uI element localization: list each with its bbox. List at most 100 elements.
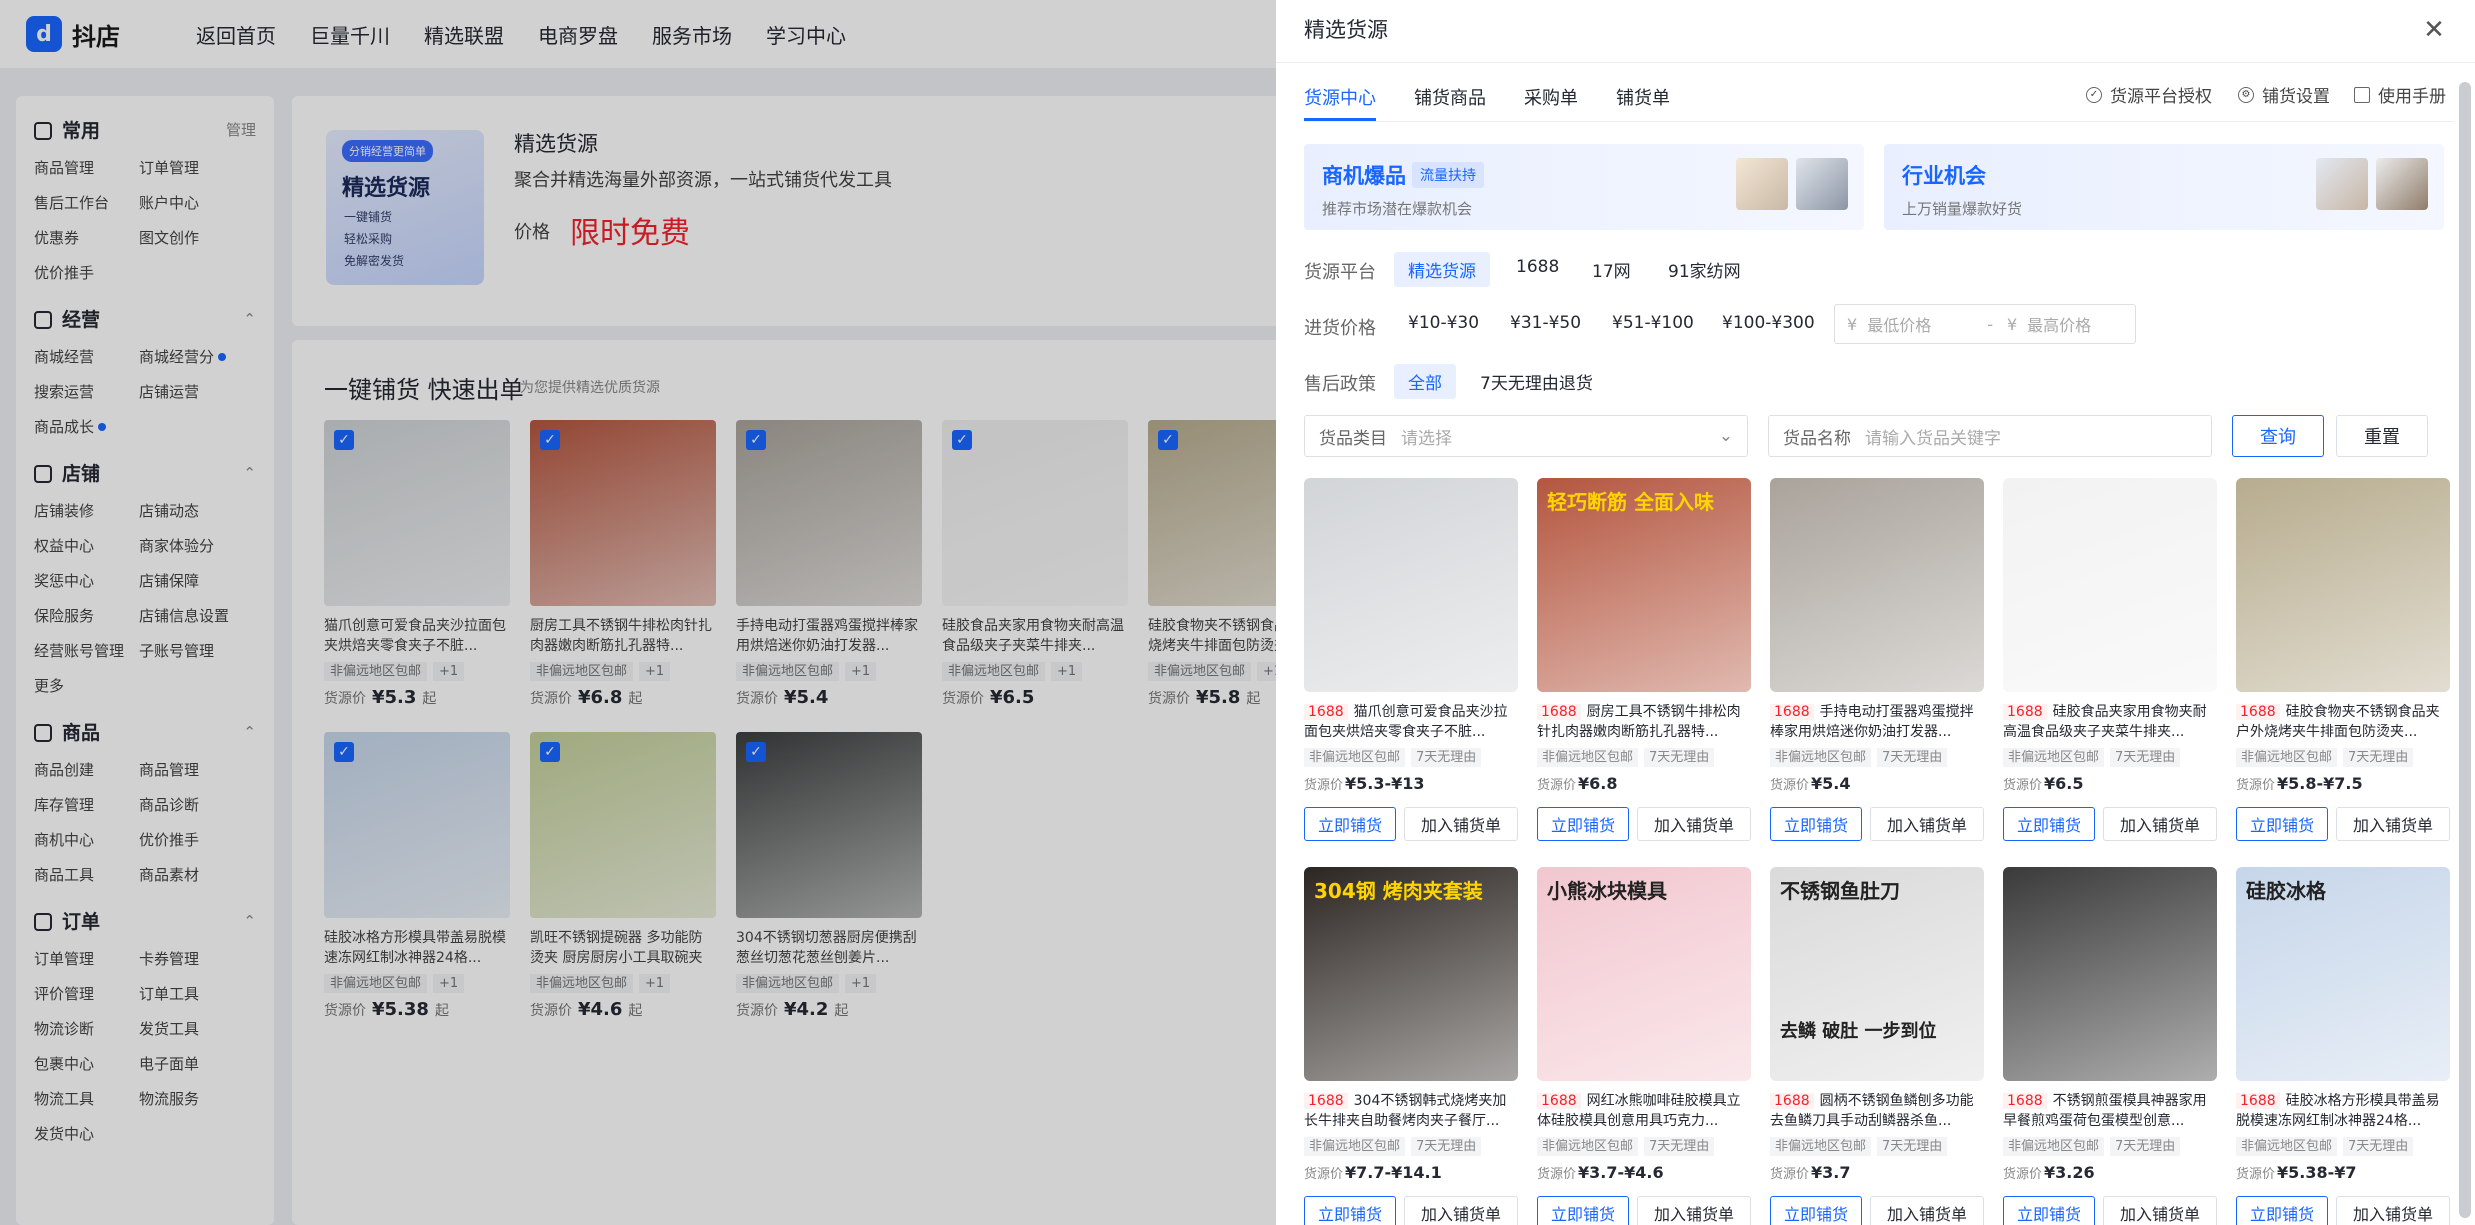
min-price-input[interactable]: 最低价格 — [1867, 312, 1977, 336]
product-card[interactable]: 轻巧断筋 全面入味 1688 厨房工具不锈钢牛排松肉针扎肉器嫩肉断筋扎孔器特... 非… — [1537, 478, 1751, 841]
category-select[interactable]: 货品类目 请选择 ⌄ — [1304, 415, 1748, 457]
source-badge: 1688 — [1537, 704, 1581, 720]
product-image[interactable] — [2003, 867, 2217, 1081]
scrollbar[interactable] — [2459, 82, 2471, 1218]
image-overlay-text: 不锈钢鱼肚刀 — [1780, 879, 1900, 903]
banner-hot-products[interactable]: 商机爆品 流量扶持 推荐市场潜在爆款机会 — [1304, 144, 1864, 230]
price-option[interactable]: ¥51-¥100 — [1598, 308, 1708, 338]
product-price: ¥5.4 — [1811, 774, 1851, 793]
product-card[interactable]: 1688 不锈钢煎蛋模具神器家用早餐煎鸡蛋荷包蛋模型创意... 非偏远地区包邮 7天无… — [2003, 867, 2217, 1225]
add-to-listing-button[interactable]: 加入铺货单 — [1870, 807, 1984, 841]
price-option[interactable]: ¥31-¥50 — [1496, 308, 1595, 338]
banner-description: 推荐市场潜在爆款机会 — [1322, 200, 1473, 218]
add-to-listing-button[interactable]: 加入铺货单 — [1637, 807, 1751, 841]
price-label: 货源价 — [1770, 778, 1810, 793]
product-image[interactable] — [1304, 478, 1518, 692]
platform-option[interactable]: 17网 — [1578, 252, 1645, 287]
platform-auth-link[interactable]: ✓ 货源平台授权 — [2086, 82, 2212, 107]
close-icon[interactable]: ✕ — [2420, 16, 2448, 44]
product-card[interactable]: 1688 硅胶食物夹不锈钢食品夹户外烧烤夹牛排面包防烫夹... 非偏远地区包邮 7天无… — [2236, 478, 2450, 841]
product-image[interactable] — [1770, 478, 1984, 692]
product-tag: 非偏远地区包邮 — [1770, 1137, 1872, 1156]
list-now-button[interactable]: 立即铺货 — [2236, 807, 2328, 841]
tab-listed-products[interactable]: 铺货商品 — [1414, 84, 1486, 110]
product-image[interactable]: 不锈钢鱼肚刀 去鳞 破肚 一步到位 — [1770, 867, 1984, 1081]
user-manual-link[interactable]: 使用手册 — [2354, 82, 2446, 107]
list-now-button[interactable]: 立即铺货 — [2003, 807, 2095, 841]
divider — [1276, 62, 2475, 63]
product-card[interactable]: 硅胶冰格 1688 硅胶冰格方形模具带盖易脱模速冻网红制冰神器24格... 非偏远地区… — [2236, 867, 2450, 1225]
product-price-row: 货源价 ¥3.7-¥4.6 — [1537, 1163, 1751, 1182]
after-sale-option[interactable]: 7天无理由退货 — [1466, 364, 1607, 399]
card-actions: 立即铺货 加入铺货单 — [1304, 807, 1518, 841]
list-now-button[interactable]: 立即铺货 — [1770, 1196, 1862, 1225]
list-now-button[interactable]: 立即铺货 — [1770, 807, 1862, 841]
gear-icon: ⚙ — [2238, 86, 2254, 103]
product-tag: 非偏远地区包邮 — [1537, 748, 1639, 767]
source-badge: 1688 — [1537, 1093, 1581, 1109]
add-to-listing-button[interactable]: 加入铺货单 — [1637, 1196, 1751, 1225]
max-price-input[interactable]: 最高价格 — [2027, 312, 2091, 336]
list-now-button[interactable]: 立即铺货 — [2236, 1196, 2328, 1225]
product-price: ¥6.8 — [1578, 774, 1618, 793]
banner-industry-opportunity[interactable]: 行业机会 上万销量爆款好货 — [1884, 144, 2444, 230]
list-now-button[interactable]: 立即铺货 — [1537, 1196, 1629, 1225]
product-image[interactable] — [2003, 478, 2217, 692]
product-image[interactable] — [2236, 478, 2450, 692]
add-to-listing-button[interactable]: 加入铺货单 — [2336, 1196, 2450, 1225]
product-price: ¥5.3-¥13 — [1345, 774, 1425, 793]
price-range-input[interactable]: ¥ 最低价格 - ¥ 最高价格 — [1834, 304, 2136, 344]
tab-listing-order[interactable]: 铺货单 — [1616, 84, 1670, 110]
add-to-listing-button[interactable]: 加入铺货单 — [2103, 807, 2217, 841]
query-button[interactable]: 查询 — [2232, 415, 2324, 457]
list-now-button[interactable]: 立即铺货 — [2003, 1196, 2095, 1225]
platform-option[interactable]: 91家纺网 — [1654, 252, 1755, 287]
price-label: 货源价 — [1537, 1167, 1577, 1182]
product-card[interactable]: 1688 硅胶食品夹家用食物夹耐高温食品级夹子夹菜牛排夹... 非偏远地区包邮 7天无… — [2003, 478, 2217, 841]
listing-settings-link[interactable]: ⚙ 铺货设置 — [2238, 82, 2330, 107]
product-card[interactable]: 304钢 烤肉夹套装 1688 304不锈钢韩式烧烤夹加长牛排夹自助餐烤肉夹子餐厅.… — [1304, 867, 1518, 1225]
list-now-button[interactable]: 立即铺货 — [1537, 807, 1629, 841]
currency-symbol: ¥ — [1847, 314, 1858, 334]
product-title: 1688 不锈钢煎蛋模具神器家用早餐煎鸡蛋荷包蛋模型创意... — [2003, 1091, 2217, 1131]
product-image[interactable]: 硅胶冰格 — [2236, 867, 2450, 1081]
platform-option[interactable]: 精选货源 — [1394, 252, 1490, 287]
product-image[interactable]: 小熊冰块模具 — [1537, 867, 1751, 1081]
add-to-listing-button[interactable]: 加入铺货单 — [1870, 1196, 1984, 1225]
product-tag: 7天无理由 — [1411, 748, 1482, 767]
product-title: 1688 硅胶食品夹家用食物夹耐高温食品级夹子夹菜牛排夹... — [2003, 702, 2217, 742]
banner-title: 商机爆品 — [1322, 164, 1406, 188]
price-option[interactable]: ¥100-¥300 — [1708, 308, 1829, 338]
card-actions: 立即铺货 加入铺货单 — [1770, 807, 1984, 841]
product-card[interactable]: 不锈钢鱼肚刀 去鳞 破肚 一步到位 1688 圆柄不锈钢鱼鳞刨多功能去鱼鳞刀具手动刮鳞… — [1770, 867, 1984, 1225]
product-price-row: 货源价 ¥5.8-¥7.5 — [2236, 774, 2450, 793]
product-image[interactable]: 304钢 烤肉夹套装 — [1304, 867, 1518, 1081]
add-to-listing-button[interactable]: 加入铺货单 — [1404, 807, 1518, 841]
product-card[interactable]: 1688 猫爪创意可爱食品夹沙拉面包夹烘焙夹零食夹子不脏... 非偏远地区包邮 7天无… — [1304, 478, 1518, 841]
add-to-listing-button[interactable]: 加入铺货单 — [2103, 1196, 2217, 1225]
source-badge: 1688 — [2003, 704, 2047, 720]
banner-thumbnail — [2316, 158, 2368, 210]
list-now-button[interactable]: 立即铺货 — [1304, 1196, 1396, 1225]
product-card[interactable]: 1688 手持电动打蛋器鸡蛋搅拌棒家用烘焙迷你奶油打发器... 非偏远地区包邮 7天无… — [1770, 478, 1984, 841]
product-card[interactable]: 小熊冰块模具 1688 网红冰熊咖啡硅胶模具立体硅胶模具创意用具巧克力... 非偏远地… — [1537, 867, 1751, 1225]
after-sale-option[interactable]: 全部 — [1394, 364, 1456, 399]
source-badge: 1688 — [1770, 1093, 1814, 1109]
reset-button[interactable]: 重置 — [2336, 415, 2428, 457]
source-badge: 1688 — [1304, 704, 1348, 720]
product-tags: 非偏远地区包邮 7天无理由 — [1537, 1135, 1751, 1156]
add-to-listing-button[interactable]: 加入铺货单 — [2336, 807, 2450, 841]
product-title: 1688 手持电动打蛋器鸡蛋搅拌棒家用烘焙迷你奶油打发器... — [1770, 702, 1984, 742]
product-price-row: 货源价 ¥3.7 — [1770, 1163, 1984, 1182]
tab-source-center[interactable]: 货源中心 — [1304, 84, 1376, 110]
product-image[interactable]: 轻巧断筋 全面入味 — [1537, 478, 1751, 692]
list-now-button[interactable]: 立即铺货 — [1304, 807, 1396, 841]
product-tags: 非偏远地区包邮 7天无理由 — [1770, 746, 1984, 767]
platform-option[interactable]: 1688 — [1502, 252, 1573, 282]
product-price: ¥3.7-¥4.6 — [1578, 1163, 1664, 1182]
tab-purchase-order[interactable]: 采购单 — [1524, 84, 1578, 110]
price-option[interactable]: ¥10-¥30 — [1394, 308, 1493, 338]
product-name-input[interactable]: 货品名称 请输入货品关键字 — [1768, 415, 2212, 457]
modal-overlay[interactable] — [0, 0, 1276, 1225]
add-to-listing-button[interactable]: 加入铺货单 — [1404, 1196, 1518, 1225]
